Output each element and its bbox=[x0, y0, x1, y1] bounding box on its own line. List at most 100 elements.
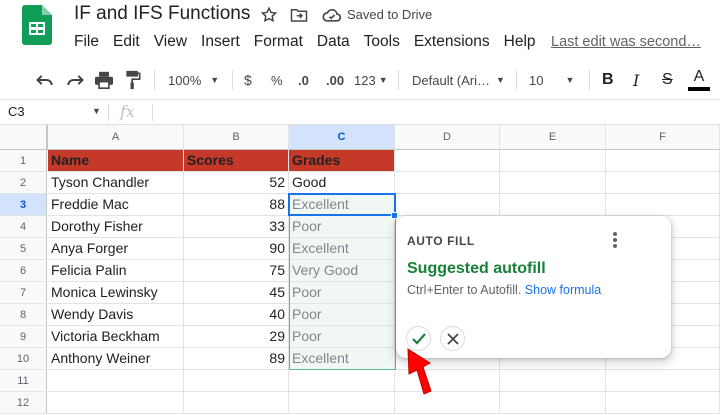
header-cell-name[interactable]: Name bbox=[48, 150, 184, 172]
column-header-a[interactable]: A bbox=[48, 125, 184, 150]
suggested-grade-cell[interactable]: Poor bbox=[289, 326, 395, 348]
row-header[interactable]: 3 bbox=[0, 194, 47, 216]
document-title[interactable]: IF and IFS Functions bbox=[74, 3, 250, 25]
name-cell[interactable]: Wendy Davis bbox=[48, 304, 184, 326]
score-cell[interactable]: 45 bbox=[184, 282, 289, 304]
cell[interactable] bbox=[500, 194, 606, 216]
cell[interactable] bbox=[606, 150, 720, 172]
dismiss-autofill-button[interactable] bbox=[440, 326, 465, 351]
cell[interactable] bbox=[395, 194, 500, 216]
column-header-d[interactable]: D bbox=[395, 125, 500, 150]
score-cell[interactable]: 90 bbox=[184, 238, 289, 260]
row-header[interactable]: 8 bbox=[0, 304, 47, 326]
sheets-logo-icon[interactable] bbox=[22, 5, 52, 45]
name-cell[interactable]: Dorothy Fisher bbox=[48, 216, 184, 238]
cell[interactable] bbox=[500, 370, 606, 392]
more-formats-select[interactable]: 123 ▼ bbox=[354, 60, 388, 100]
header-cell-scores[interactable]: Scores bbox=[184, 150, 289, 172]
cell[interactable] bbox=[606, 172, 720, 194]
menu-edit[interactable]: Edit bbox=[113, 33, 140, 51]
row-header[interactable]: 9 bbox=[0, 326, 47, 348]
menu-format[interactable]: Format bbox=[254, 33, 303, 51]
row-header[interactable]: 10 bbox=[0, 348, 47, 370]
score-cell[interactable]: 89 bbox=[184, 348, 289, 370]
currency-format-button[interactable]: $ bbox=[244, 60, 252, 100]
score-cell[interactable]: 75 bbox=[184, 260, 289, 282]
bold-button[interactable]: B bbox=[602, 60, 614, 100]
score-cell[interactable]: 33 bbox=[184, 216, 289, 238]
more-vert-icon[interactable] bbox=[607, 230, 623, 250]
score-cell[interactable]: 29 bbox=[184, 326, 289, 348]
suggested-grade-cell[interactable]: Very Good bbox=[289, 260, 395, 282]
paint-format-icon[interactable] bbox=[124, 60, 142, 100]
name-box-dropdown-icon[interactable]: ▼ bbox=[92, 106, 101, 116]
increase-decimal-button[interactable]: .00 bbox=[326, 60, 344, 100]
name-cell[interactable]: Victoria Beckham bbox=[48, 326, 184, 348]
column-header-c[interactable]: C bbox=[289, 125, 395, 150]
grade-cell[interactable]: Good bbox=[289, 172, 395, 194]
zoom-select[interactable]: 100% ▼ bbox=[168, 60, 219, 100]
formula-input[interactable] bbox=[160, 102, 720, 122]
font-family-select[interactable]: Default (Ari… ▼ bbox=[412, 60, 505, 100]
cell[interactable] bbox=[606, 392, 720, 414]
last-edit-link[interactable]: Last edit was second… bbox=[551, 34, 701, 50]
name-box[interactable]: C3 bbox=[8, 104, 25, 119]
score-cell[interactable]: 88 bbox=[184, 194, 289, 216]
score-cell[interactable]: 52 bbox=[184, 172, 289, 194]
header-cell-grades[interactable]: Grades bbox=[289, 150, 395, 172]
cell[interactable] bbox=[48, 370, 184, 392]
font-size-select[interactable]: 10 ▼ bbox=[529, 60, 574, 100]
cell[interactable] bbox=[48, 392, 184, 414]
redo-icon[interactable] bbox=[65, 60, 85, 100]
suggested-grade-cell[interactable]: Excellent bbox=[289, 194, 395, 216]
cell[interactable] bbox=[184, 370, 289, 392]
name-cell[interactable]: Felicia Palin bbox=[48, 260, 184, 282]
name-cell[interactable]: Anthony Weiner bbox=[48, 348, 184, 370]
menu-file[interactable]: File bbox=[74, 33, 99, 51]
row-header[interactable]: 6 bbox=[0, 260, 47, 282]
column-header-b[interactable]: B bbox=[184, 125, 289, 150]
cell[interactable] bbox=[500, 150, 606, 172]
percent-format-button[interactable]: % bbox=[271, 60, 283, 100]
select-all-corner[interactable] bbox=[0, 125, 48, 150]
cell[interactable] bbox=[500, 172, 606, 194]
italic-button[interactable]: I bbox=[633, 60, 639, 100]
suggested-grade-cell[interactable]: Poor bbox=[289, 216, 395, 238]
row-header[interactable]: 12 bbox=[0, 392, 47, 414]
suggested-grade-cell[interactable]: Poor bbox=[289, 304, 395, 326]
cell[interactable] bbox=[289, 392, 395, 414]
row-header[interactable]: 5 bbox=[0, 238, 47, 260]
column-header-f[interactable]: F bbox=[606, 125, 720, 150]
score-cell[interactable]: 40 bbox=[184, 304, 289, 326]
name-cell[interactable]: Tyson Chandler bbox=[48, 172, 184, 194]
menu-data[interactable]: Data bbox=[317, 33, 350, 51]
name-cell[interactable]: Monica Lewinsky bbox=[48, 282, 184, 304]
row-header[interactable]: 4 bbox=[0, 216, 47, 238]
print-icon[interactable] bbox=[94, 60, 114, 100]
menu-help[interactable]: Help bbox=[504, 33, 536, 51]
cell[interactable] bbox=[395, 172, 500, 194]
cell[interactable] bbox=[606, 370, 720, 392]
move-folder-icon[interactable] bbox=[289, 6, 309, 24]
column-header-e[interactable]: E bbox=[500, 125, 606, 150]
fill-handle[interactable] bbox=[391, 212, 398, 219]
cell[interactable] bbox=[500, 392, 606, 414]
undo-icon[interactable] bbox=[35, 60, 55, 100]
strikethrough-button[interactable]: S bbox=[662, 60, 673, 100]
text-color-button[interactable]: A bbox=[688, 60, 710, 100]
row-header[interactable]: 2 bbox=[0, 172, 47, 194]
menu-extensions[interactable]: Extensions bbox=[414, 33, 490, 51]
decrease-decimal-button[interactable]: .0 bbox=[298, 60, 309, 100]
row-header[interactable]: 11 bbox=[0, 370, 47, 392]
name-cell[interactable]: Anya Forger bbox=[48, 238, 184, 260]
star-icon[interactable] bbox=[259, 6, 279, 24]
row-header[interactable]: 1 bbox=[0, 150, 47, 172]
menu-tools[interactable]: Tools bbox=[364, 33, 400, 51]
suggested-grade-cell[interactable]: Poor bbox=[289, 282, 395, 304]
show-formula-link[interactable]: Show formula bbox=[525, 283, 601, 297]
name-cell[interactable]: Freddie Mac bbox=[48, 194, 184, 216]
cell[interactable] bbox=[184, 392, 289, 414]
menu-view[interactable]: View bbox=[154, 33, 187, 51]
row-header[interactable]: 7 bbox=[0, 282, 47, 304]
suggested-grade-cell[interactable]: Excellent bbox=[289, 348, 395, 370]
